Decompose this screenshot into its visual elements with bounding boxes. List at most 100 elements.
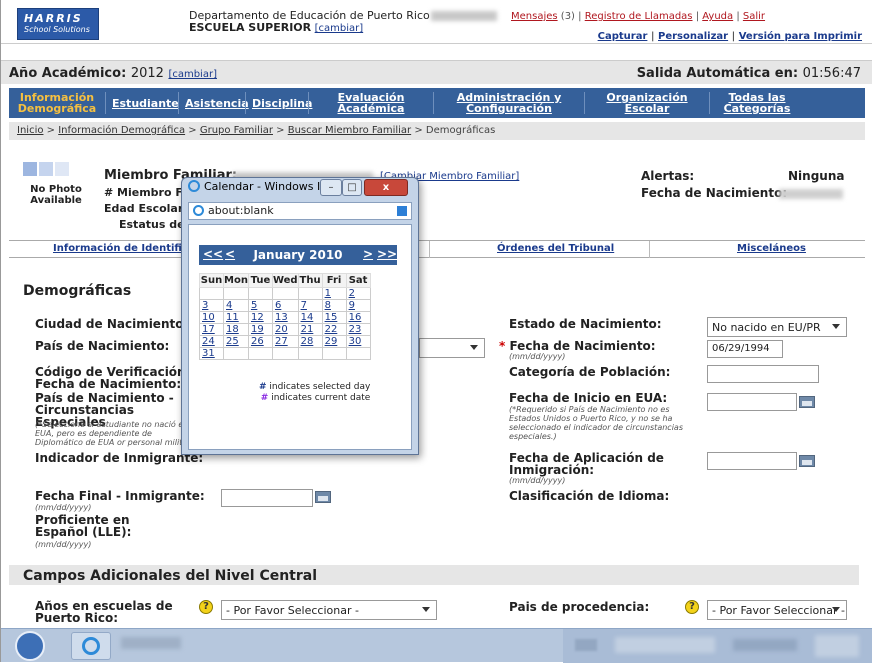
calendar-window: Calendar - Windows In... – □ x about:bla… bbox=[181, 177, 419, 455]
tray-search[interactable] bbox=[615, 637, 715, 653]
years-pr-select[interactable]: - Por Favor Seleccionar - bbox=[221, 600, 437, 620]
nav-all-categories[interactable]: Todas las Categorías bbox=[710, 92, 804, 114]
taskbar-ie-button[interactable] bbox=[71, 632, 111, 660]
taskbar-item-redacted[interactable] bbox=[121, 637, 181, 649]
nav-demographics[interactable]: Información Demográfica bbox=[9, 92, 105, 114]
calendar-day[interactable]: 20 bbox=[271, 323, 299, 336]
close-button[interactable]: x bbox=[364, 179, 408, 196]
calendar-day[interactable]: 28 bbox=[297, 335, 323, 348]
nav-discipline[interactable]: Disciplina bbox=[246, 98, 312, 109]
calendar-day[interactable]: 17 bbox=[199, 323, 224, 336]
calendar-day[interactable]: 4 bbox=[223, 299, 249, 312]
top-links: Mensajes (3) | Registro de Llamadas | Ay… bbox=[511, 11, 766, 22]
calendar-week: 31 bbox=[199, 347, 371, 360]
tray-item[interactable] bbox=[575, 639, 597, 651]
birth-state-select[interactable]: No nacido en EU/PR bbox=[707, 317, 847, 337]
calendar-day[interactable]: 6 bbox=[271, 299, 299, 312]
calendar-empty-cell bbox=[223, 347, 249, 360]
calendar-empty-cell bbox=[199, 287, 224, 300]
calendar-day[interactable]: 10 bbox=[199, 311, 224, 324]
tray-icons[interactable] bbox=[733, 639, 797, 651]
capture-link[interactable]: Capturar bbox=[598, 31, 648, 42]
birth-date-input[interactable]: 06/29/1994 bbox=[707, 340, 783, 358]
next-month-button[interactable]: > bbox=[363, 247, 373, 261]
calendar-day[interactable]: 7 bbox=[297, 299, 323, 312]
calendar-day[interactable]: 15 bbox=[321, 311, 347, 324]
nav-academic-evaluation[interactable]: Evaluación Académica bbox=[309, 92, 433, 114]
calendar-day[interactable]: 11 bbox=[223, 311, 249, 324]
school-change-link[interactable]: [cambiar] bbox=[315, 23, 364, 34]
birth-country-select[interactable] bbox=[419, 338, 485, 358]
year-change-link[interactable]: [cambiar] bbox=[168, 69, 217, 80]
help-link[interactable]: Ayuda bbox=[702, 11, 733, 22]
maximize-button[interactable]: □ bbox=[342, 179, 362, 196]
calendar-empty-cell bbox=[223, 287, 249, 300]
calendar-day[interactable]: 5 bbox=[247, 299, 273, 312]
current-date-legend: indicates current date bbox=[271, 393, 371, 403]
minimize-button[interactable]: – bbox=[320, 179, 342, 196]
origin-country-select[interactable]: - Por Favor Seleccionar - bbox=[707, 600, 847, 620]
print-version-link[interactable]: Versión para Imprimir bbox=[739, 31, 862, 42]
messages-link[interactable]: Mensajes bbox=[511, 11, 558, 22]
calendar-icon[interactable] bbox=[799, 455, 815, 467]
nav-school-org[interactable]: Organización Escolar bbox=[585, 92, 709, 114]
calendar-day[interactable]: 24 bbox=[199, 335, 224, 348]
logout-link[interactable]: Salir bbox=[743, 11, 765, 22]
next-year-button[interactable]: >> bbox=[377, 247, 397, 261]
tab-divider bbox=[429, 241, 430, 258]
start-button-icon[interactable] bbox=[15, 631, 45, 661]
auto-logout: Salida Automática en: 01:56:47 bbox=[637, 66, 861, 81]
calendar-icon[interactable] bbox=[315, 491, 331, 503]
calendar-day[interactable]: 13 bbox=[271, 311, 299, 324]
section-title: Demográficas bbox=[23, 283, 132, 299]
address-bar[interactable]: about:blank bbox=[188, 202, 412, 220]
calendar-day[interactable]: 22 bbox=[321, 323, 347, 336]
population-category-input[interactable] bbox=[707, 365, 819, 383]
nav-attendance[interactable]: Asistencia bbox=[179, 98, 249, 109]
calendar-day[interactable]: 1 bbox=[321, 287, 347, 300]
calendar-day[interactable]: 3 bbox=[199, 299, 224, 312]
calendar-day[interactable]: 14 bbox=[297, 311, 323, 324]
nav-administration[interactable]: Administración y Configuración bbox=[434, 92, 584, 114]
tab-identification[interactable]: Información de Identificac bbox=[53, 243, 200, 254]
weekday-header: Mon bbox=[223, 273, 249, 288]
calendar-empty-cell bbox=[345, 347, 371, 360]
help-icon[interactable]: ? bbox=[199, 600, 213, 614]
ie-icon bbox=[188, 180, 200, 192]
calendar-day[interactable]: 26 bbox=[247, 335, 273, 348]
nav-student[interactable]: Estudiante bbox=[106, 98, 179, 109]
calendar-day[interactable]: 23 bbox=[345, 323, 371, 336]
chevron-down-icon bbox=[422, 607, 430, 612]
calendar-day[interactable]: 16 bbox=[345, 311, 371, 324]
calendar-day[interactable]: 30 bbox=[345, 335, 371, 348]
crumb-demographics[interactable]: Información Demográfica bbox=[58, 125, 185, 136]
calendar-day[interactable]: 25 bbox=[223, 335, 249, 348]
department-block: Departamento de Educación de Puerto Rico… bbox=[189, 10, 430, 35]
calendar-day[interactable]: 19 bbox=[247, 323, 273, 336]
calendar-day[interactable]: 31 bbox=[199, 347, 224, 360]
clock[interactable] bbox=[815, 635, 859, 657]
call-log-link[interactable]: Registro de Llamadas bbox=[585, 11, 693, 22]
immigration-apply-input[interactable] bbox=[707, 452, 797, 470]
calendar-day[interactable]: 8 bbox=[321, 299, 347, 312]
calendar-day[interactable]: 21 bbox=[297, 323, 323, 336]
calendar-icon[interactable] bbox=[799, 396, 815, 408]
tab-court-orders[interactable]: Órdenes del Tribunal bbox=[497, 243, 614, 254]
calendar-day[interactable]: 27 bbox=[271, 335, 299, 348]
help-icon[interactable]: ? bbox=[685, 600, 699, 614]
tab-misc[interactable]: Misceláneos bbox=[737, 243, 806, 254]
crumb-home[interactable]: Inicio bbox=[17, 125, 43, 136]
us-start-input[interactable] bbox=[707, 393, 797, 411]
customize-link[interactable]: Personalizar bbox=[658, 31, 728, 42]
prev-month-button[interactable]: < bbox=[225, 247, 235, 261]
calendar-day[interactable]: 9 bbox=[345, 299, 371, 312]
immigrant-end-input[interactable] bbox=[221, 489, 313, 507]
prev-year-button[interactable]: << bbox=[203, 247, 223, 261]
crumb-family[interactable]: Grupo Familiar bbox=[200, 125, 273, 136]
calendar-day[interactable]: 12 bbox=[247, 311, 273, 324]
central-fields-bar: Campos Adicionales del Nivel Central bbox=[9, 565, 859, 585]
crumb-search[interactable]: Buscar Miembro Familiar bbox=[288, 125, 411, 136]
calendar-day[interactable]: 2 bbox=[345, 287, 371, 300]
calendar-day[interactable]: 18 bbox=[223, 323, 249, 336]
calendar-day[interactable]: 29 bbox=[321, 335, 347, 348]
